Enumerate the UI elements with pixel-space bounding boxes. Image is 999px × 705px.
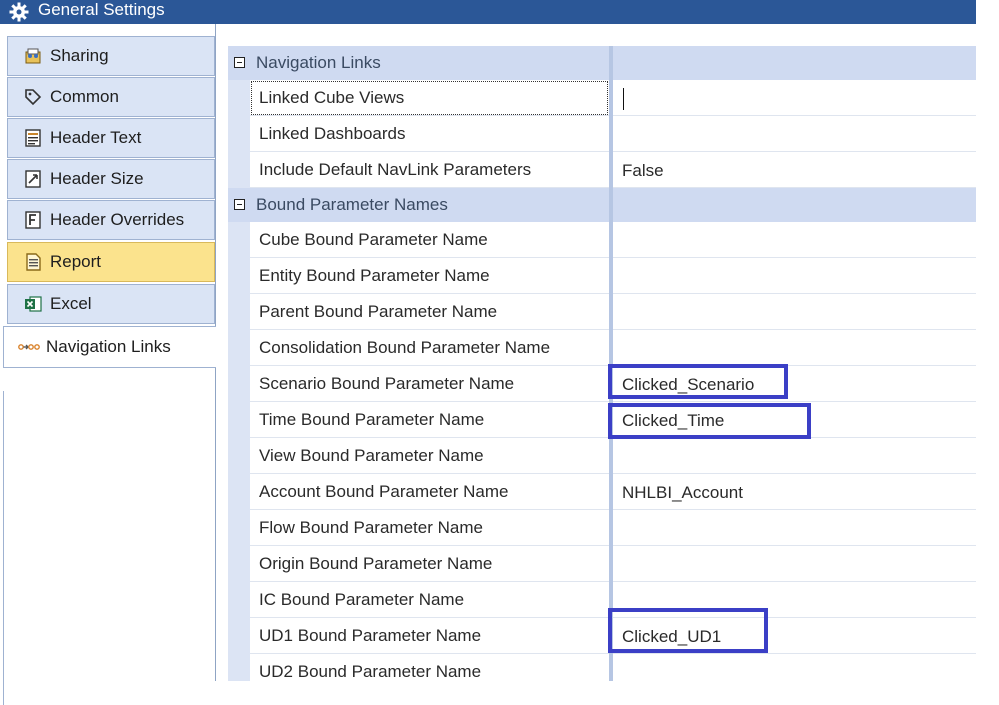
header-text-icon (22, 127, 44, 149)
property-name[interactable]: Origin Bound Parameter Name (250, 546, 609, 582)
property-row[interactable]: UD1 Bound Parameter Name Clicked_UD1 (228, 618, 976, 654)
property-name[interactable]: Linked Dashboards (250, 116, 609, 152)
sidebar-divider (3, 391, 4, 705)
property-value[interactable] (613, 654, 976, 681)
property-value[interactable]: NHLBI_Account (613, 474, 976, 510)
property-row[interactable]: Linked Dashboards (228, 116, 976, 152)
sidebar-item-common[interactable]: Common (7, 77, 215, 117)
property-row[interactable]: Flow Bound Parameter Name (228, 510, 976, 546)
property-row[interactable]: Consolidation Bound Parameter Name (228, 330, 976, 366)
sidebar-item-navigation-links[interactable]: Navigation Links (3, 326, 216, 368)
sidebar-item-label: Sharing (50, 46, 109, 65)
property-name[interactable]: View Bound Parameter Name (250, 438, 609, 474)
property-name[interactable]: UD1 Bound Parameter Name (250, 618, 609, 654)
category-navigation-links: Navigation Links (228, 46, 976, 80)
property-name[interactable]: Linked Cube Views (250, 80, 609, 116)
sharing-icon (22, 45, 44, 67)
property-value[interactable] (613, 116, 976, 152)
property-name[interactable]: IC Bound Parameter Name (250, 582, 609, 618)
sidebar-item-label: Report (50, 252, 102, 271)
property-row[interactable]: Origin Bound Parameter Name (228, 546, 976, 582)
tag-icon (22, 86, 44, 108)
property-value[interactable] (613, 294, 976, 330)
property-value[interactable] (613, 222, 976, 258)
property-value[interactable]: Clicked_Time (613, 402, 976, 438)
report-icon (22, 251, 44, 273)
category-bound-parameter-names: Bound Parameter Names (228, 188, 976, 222)
property-value[interactable] (613, 258, 976, 294)
property-value[interactable] (613, 330, 976, 366)
category-title: Bound Parameter Names (256, 195, 448, 214)
header-overrides-icon (22, 209, 44, 231)
sidebar-item-excel[interactable]: Excel (7, 284, 215, 324)
sidebar-item-header-text[interactable]: Header Text (7, 118, 215, 158)
settings-sidebar: Sharing Common Header Text Header Size H… (0, 24, 216, 705)
property-name[interactable]: Flow Bound Parameter Name (250, 510, 609, 546)
gear-icon (8, 1, 30, 23)
collapse-toggle-icon[interactable] (234, 199, 245, 210)
property-row[interactable]: Parent Bound Parameter Name (228, 294, 976, 330)
sidebar-item-label: Header Overrides (50, 210, 185, 229)
window-titlebar: General Settings (0, 0, 976, 24)
sidebar-item-label: Header Size (50, 169, 144, 188)
property-row[interactable]: UD2 Bound Parameter Name (228, 654, 976, 681)
sidebar-item-header-overrides[interactable]: Header Overrides (7, 200, 215, 240)
sidebar-item-report[interactable]: Report (7, 242, 215, 282)
property-row[interactable]: Time Bound Parameter Name Clicked_Time (228, 402, 976, 438)
sidebar-item-sharing[interactable]: Sharing (7, 36, 215, 76)
property-value[interactable] (613, 582, 976, 618)
property-name[interactable]: Include Default NavLink Parameters (250, 152, 609, 188)
property-value-input[interactable] (613, 80, 976, 116)
property-value[interactable]: Clicked_Scenario (613, 366, 976, 402)
window-title: General Settings (38, 0, 165, 19)
property-name[interactable]: Scenario Bound Parameter Name (250, 366, 609, 402)
sidebar-item-label: Navigation Links (46, 337, 171, 356)
header-size-icon (22, 168, 44, 190)
property-name[interactable]: Parent Bound Parameter Name (250, 294, 609, 330)
property-row[interactable]: Cube Bound Parameter Name (228, 222, 976, 258)
property-row[interactable]: Include Default NavLink Parameters False (228, 152, 976, 188)
property-value[interactable]: Clicked_UD1 (613, 618, 976, 654)
sidebar-item-header-size[interactable]: Header Size (7, 159, 215, 199)
property-row[interactable]: IC Bound Parameter Name (228, 582, 976, 618)
property-row[interactable]: View Bound Parameter Name (228, 438, 976, 474)
category-title: Navigation Links (256, 53, 381, 72)
property-value[interactable]: False (613, 152, 976, 188)
excel-icon (22, 293, 44, 315)
property-value[interactable] (613, 546, 976, 582)
column-splitter[interactable] (609, 46, 613, 681)
sidebar-item-label: Common (50, 87, 119, 106)
sidebar-item-label: Header Text (50, 128, 142, 147)
property-name[interactable]: Time Bound Parameter Name (250, 402, 609, 438)
text-caret (623, 88, 624, 110)
property-value[interactable] (613, 438, 976, 474)
property-name[interactable]: Consolidation Bound Parameter Name (250, 330, 609, 366)
property-row[interactable]: Entity Bound Parameter Name (228, 258, 976, 294)
property-name[interactable]: Account Bound Parameter Name (250, 474, 609, 510)
property-name[interactable]: Entity Bound Parameter Name (250, 258, 609, 294)
navigation-links-icon (18, 336, 40, 358)
property-name[interactable]: Cube Bound Parameter Name (250, 222, 609, 258)
sidebar-item-label: Excel (50, 294, 92, 313)
property-row[interactable]: Scenario Bound Parameter Name Clicked_Sc… (228, 366, 976, 402)
property-row[interactable]: Linked Cube Views (228, 80, 976, 116)
property-name[interactable]: UD2 Bound Parameter Name (250, 654, 609, 681)
collapse-toggle-icon[interactable] (234, 57, 245, 68)
property-row[interactable]: Account Bound Parameter Name NHLBI_Accou… (228, 474, 976, 510)
property-grid: Navigation Links Linked Cube Views Linke… (228, 46, 976, 681)
property-value[interactable] (613, 510, 976, 546)
